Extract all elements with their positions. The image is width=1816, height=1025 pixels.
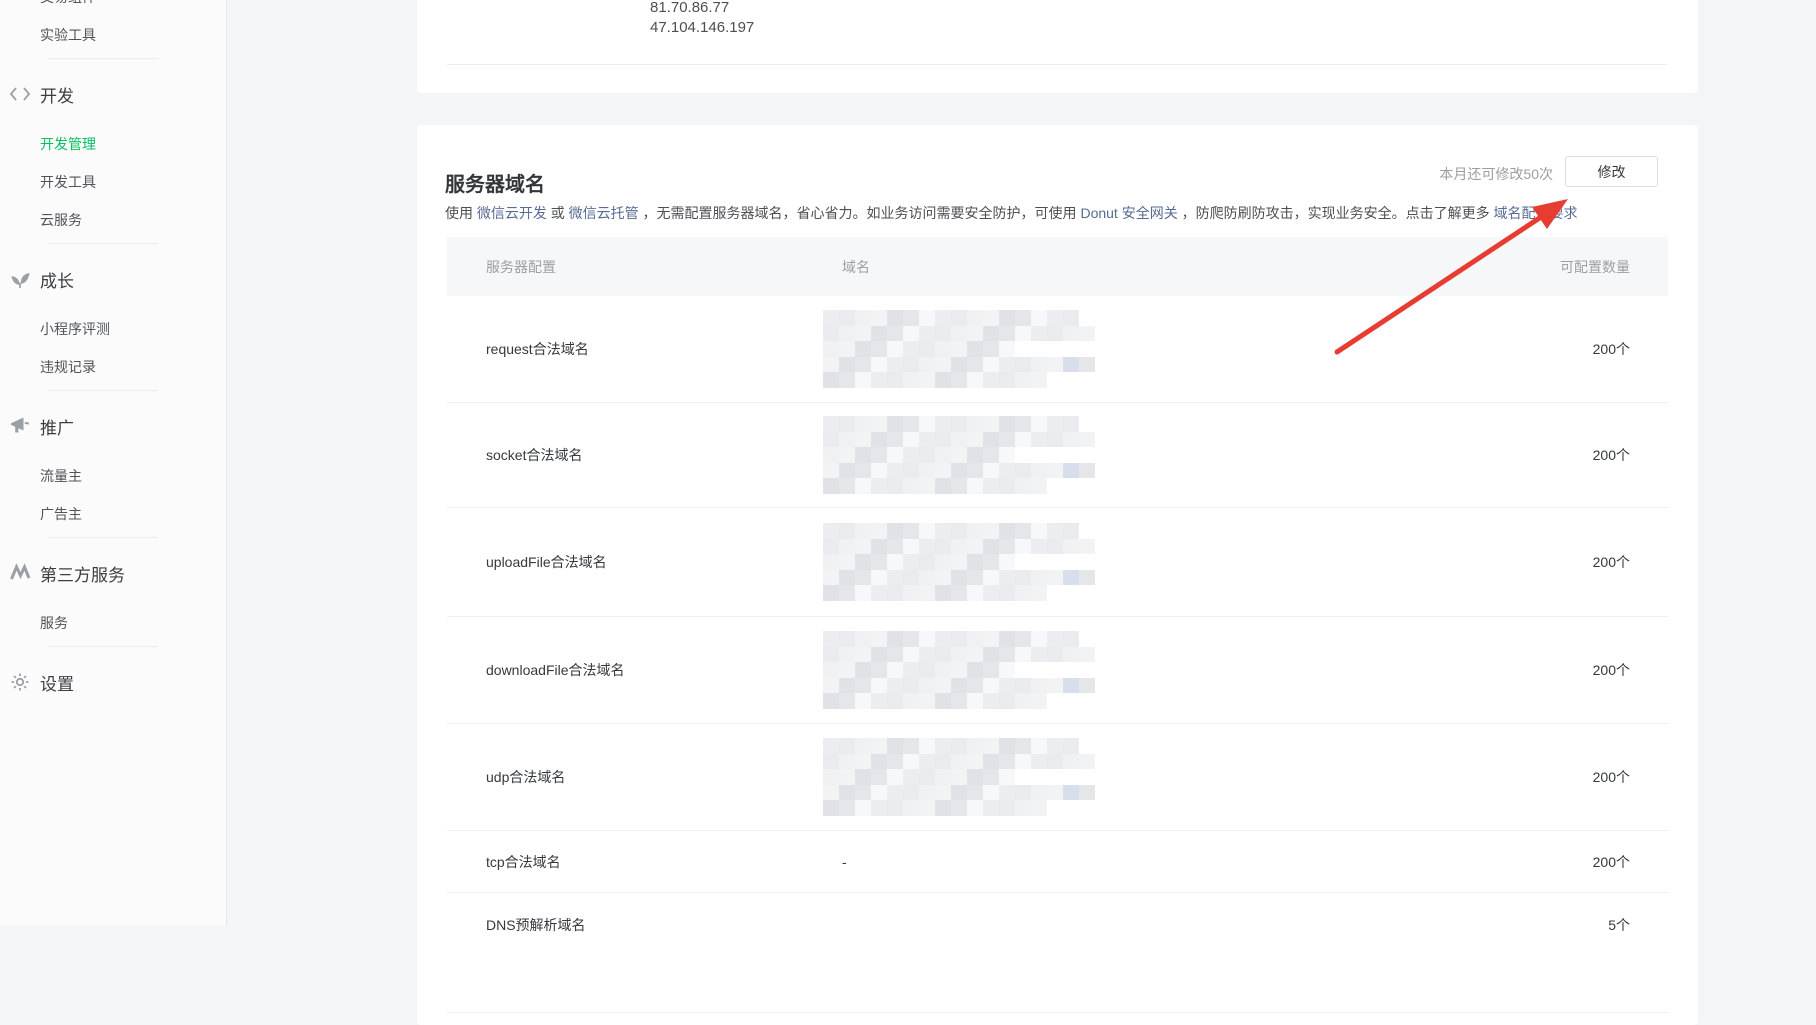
- page-title: 服务器域名: [445, 168, 545, 197]
- cell-quota: 200个: [1593, 445, 1630, 465]
- sidebar-divider: [48, 243, 158, 244]
- card-description: 使用 微信云开发 或 微信云托管 ，无需配置服务器域名，省心省力。如业务访问需要…: [445, 203, 1577, 223]
- cell-server-config: tcp合法域名: [486, 852, 561, 872]
- redacted-domain-blur: [823, 738, 1095, 816]
- sidebar-divider: [48, 390, 158, 391]
- description-text: 使用: [445, 205, 477, 221]
- server-domain-card: 服务器域名 本月还可修改50次 修改 使用 微信云开发 或 微信云托管 ，无需配…: [417, 125, 1698, 1025]
- sidebar-group-成长: 成长小程序评测违规记录: [0, 266, 226, 374]
- redacted-domain-blur: [823, 523, 1095, 601]
- cell-server-config: DNS预解析域名: [486, 915, 586, 935]
- sidebar-section-label: 开发: [40, 82, 74, 107]
- description-text: 或: [547, 205, 569, 221]
- cell-quota: 200个: [1593, 552, 1630, 572]
- monthly-quota-text: 本月还可修改50次: [1439, 164, 1553, 184]
- sidebar-item-list: 小程序评测违规记录: [0, 322, 226, 374]
- megaphone-icon: [8, 414, 32, 438]
- sidebar-group: 交易组件实验工具: [0, 0, 226, 42]
- sidebar-item-list: 开发管理开发工具云服务: [0, 137, 226, 227]
- sidebar-section-开发[interactable]: 开发: [0, 81, 226, 107]
- sidebar-section-label: 设置: [40, 670, 74, 695]
- sidebar-section-label: 推广: [40, 414, 74, 439]
- description-link[interactable]: 微信云开发: [477, 205, 547, 221]
- sidebar-item-list: 流量主广告主: [0, 469, 226, 521]
- description-link[interactable]: 域名配置要求: [1493, 205, 1577, 221]
- cell-server-config: downloadFile合法域名: [486, 660, 625, 680]
- cell-quota: 200个: [1593, 767, 1630, 787]
- table-row-udp合法域名: udp合法域名 200个: [447, 724, 1668, 831]
- sprout-icon: [8, 267, 32, 291]
- gear-icon: [8, 670, 32, 694]
- redacted-domain-blur: [823, 416, 1095, 494]
- card-divider: [447, 64, 1667, 65]
- sidebar-divider: [48, 537, 158, 538]
- sidebar-menu: 交易组件实验工具开发开发管理开发工具云服务成长小程序评测违规记录推广流量主广告主…: [0, 0, 226, 695]
- table-row-socket合法域名: socket合法域名 200个: [447, 403, 1668, 508]
- sidebar-item-交易组件[interactable]: 交易组件: [40, 0, 96, 4]
- sidebar-item-服务[interactable]: 服务: [40, 616, 68, 630]
- column-header-domain: 域名: [842, 257, 870, 277]
- third-party-icon: [8, 561, 32, 585]
- sidebar-section-推广[interactable]: 推广: [0, 413, 226, 439]
- redacted-domain-blur: [823, 631, 1095, 709]
- table-row-uploadFile合法域名: uploadFile合法域名 200个: [447, 508, 1668, 617]
- cell-server-config: uploadFile合法域名: [486, 552, 607, 572]
- sidebar: 交易组件实验工具开发开发管理开发工具云服务成长小程序评测违规记录推广流量主广告主…: [0, 0, 227, 926]
- sidebar-section-label: 成长: [40, 267, 74, 292]
- cell-server-config: request合法域名: [486, 339, 589, 359]
- redacted-domain-blur: [823, 310, 1095, 388]
- sidebar-item-开发工具[interactable]: 开发工具: [40, 175, 96, 189]
- modify-button[interactable]: 修改: [1565, 156, 1658, 187]
- sidebar-item-云服务[interactable]: 云服务: [40, 213, 82, 227]
- sidebar-divider: [48, 58, 158, 59]
- table-row-tcp合法域名: tcp合法域名 - 200个: [447, 831, 1668, 893]
- sidebar-item-开发管理[interactable]: 开发管理: [40, 137, 96, 151]
- sidebar-item-list: 服务: [0, 616, 226, 630]
- table-row-DNS预解析域名: DNS预解析域名 5个: [447, 893, 1668, 1013]
- ip-address: 47.104.146.197: [650, 18, 754, 38]
- sidebar-item-广告主[interactable]: 广告主: [40, 507, 82, 521]
- sidebar-section-设置[interactable]: 设置: [0, 669, 226, 695]
- cell-quota: 5个: [1608, 915, 1630, 935]
- cell-quota: 200个: [1593, 339, 1630, 359]
- table-row-downloadFile合法域名: downloadFile合法域名 200个: [447, 617, 1668, 724]
- description-link[interactable]: 微信云托管: [569, 205, 639, 221]
- ip-address: 81.70.86.77: [650, 0, 754, 18]
- sidebar-divider: [48, 646, 158, 647]
- cell-domain: -: [842, 854, 847, 870]
- description-text: ，防爬防刷防攻击，实现业务安全。点击了解更多: [1178, 205, 1494, 221]
- sidebar-group-推广: 推广流量主广告主: [0, 413, 226, 521]
- sidebar-item-实验工具[interactable]: 实验工具: [40, 28, 96, 42]
- description-text: ，无需配置服务器域名，省心省力。如业务访问需要安全防护，可使用: [639, 205, 1081, 221]
- ip-whitelist-card: 81.70.86.7747.104.146.197: [417, 0, 1698, 93]
- table-row-request合法域名: request合法域名 200个: [447, 296, 1668, 403]
- ip-address-list: 81.70.86.7747.104.146.197: [650, 0, 754, 38]
- cell-quota: 200个: [1593, 852, 1630, 872]
- table-body: request合法域名200个socket合法域名200个uploadFile合…: [447, 296, 1668, 1013]
- cell-server-config: socket合法域名: [486, 445, 582, 465]
- domain-table: 服务器配置 域名 可配置数量 request合法域名200个socket合法域名…: [447, 237, 1668, 1013]
- sidebar-group-第三方服务: 第三方服务服务: [0, 560, 226, 630]
- sidebar-item-流量主[interactable]: 流量主: [40, 469, 82, 483]
- cell-server-config: udp合法域名: [486, 767, 565, 787]
- sidebar-item-违规记录[interactable]: 违规记录: [40, 360, 96, 374]
- column-header-server-config: 服务器配置: [486, 257, 556, 277]
- cell-quota: 200个: [1593, 660, 1630, 680]
- column-header-quota: 可配置数量: [1560, 257, 1630, 277]
- page-background: { "sidebar": { "active_color": "#07c160"…: [0, 0, 1816, 926]
- table-header-row: 服务器配置 域名 可配置数量: [447, 237, 1668, 296]
- description-link[interactable]: Donut 安全网关: [1080, 205, 1177, 221]
- sidebar-item-list: 交易组件实验工具: [0, 0, 226, 42]
- sidebar-item-小程序评测[interactable]: 小程序评测: [40, 322, 110, 336]
- code-icon: [8, 82, 32, 106]
- sidebar-section-第三方服务[interactable]: 第三方服务: [0, 560, 226, 586]
- sidebar-section-成长[interactable]: 成长: [0, 266, 226, 292]
- sidebar-group-开发: 开发开发管理开发工具云服务: [0, 81, 226, 227]
- sidebar-section-label: 第三方服务: [40, 561, 125, 586]
- sidebar-group-设置: 设置: [0, 669, 226, 695]
